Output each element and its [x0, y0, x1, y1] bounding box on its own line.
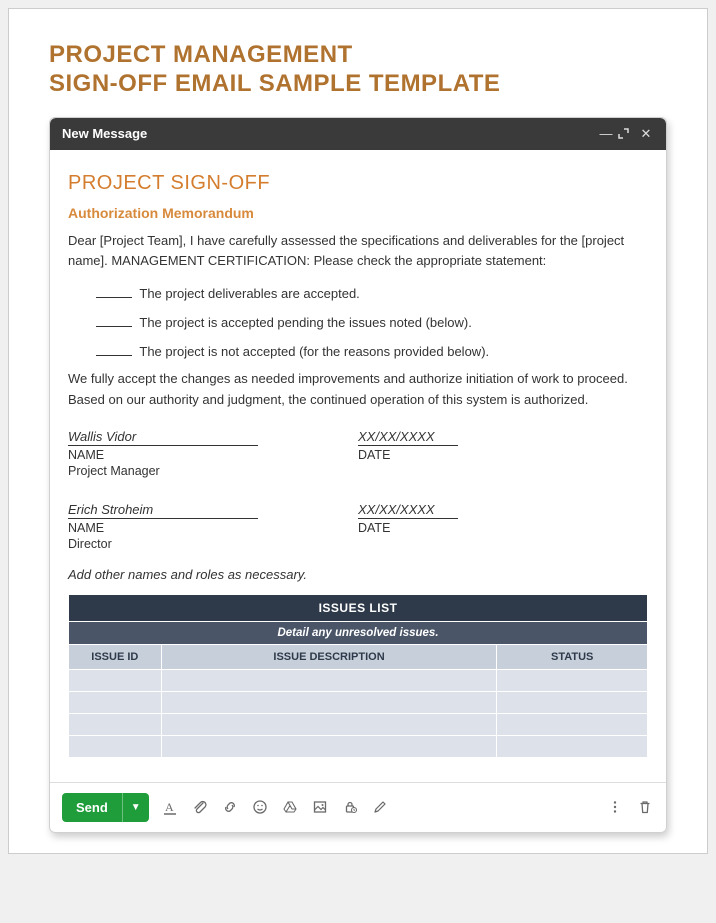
svg-text:A: A — [165, 800, 174, 814]
title-line-2: SIGN-OFF EMAIL SAMPLE TEMPLATE — [49, 70, 500, 97]
text-format-icon[interactable]: A — [161, 798, 179, 816]
compose-toolbar: Send ▼ A — [50, 782, 666, 832]
date-label: DATE — [358, 521, 648, 535]
option-1-text: The project deliverables are accepted. — [139, 286, 359, 301]
cell — [497, 691, 648, 713]
page: PROJECT MANAGEMENT SIGN-OFF EMAIL SAMPLE… — [8, 8, 708, 854]
minimize-button[interactable]: — — [598, 126, 614, 141]
more-icon[interactable] — [606, 798, 624, 816]
close-button[interactable]: ✕ — [638, 126, 654, 142]
cell — [69, 691, 162, 713]
link-icon[interactable] — [221, 798, 239, 816]
date-label: DATE — [358, 448, 648, 462]
cell — [161, 735, 497, 757]
expand-button[interactable] — [618, 128, 634, 139]
cell — [497, 713, 648, 735]
option-3-text: The project is not accepted (for the rea… — [139, 344, 489, 359]
signature-date-block: XX/XX/XXXX DATE — [358, 429, 648, 478]
signature-date: XX/XX/XXXX — [358, 429, 458, 446]
col-issue-description: ISSUE DESCRIPTION — [161, 644, 497, 669]
blank-line — [96, 355, 132, 356]
intro-paragraph: Dear [Project Team], I have carefully as… — [68, 231, 648, 273]
name-label: NAME — [68, 521, 358, 535]
option-1: The project deliverables are accepted. — [96, 286, 648, 301]
send-button[interactable]: Send ▼ — [62, 793, 149, 822]
emoji-icon[interactable] — [251, 798, 269, 816]
table-row — [69, 669, 648, 691]
option-3: The project is not accepted (for the rea… — [96, 344, 648, 359]
col-status: STATUS — [497, 644, 648, 669]
signature-row-2: Erich Stroheim NAME Director XX/XX/XXXX … — [68, 502, 648, 551]
issues-subheader: Detail any unresolved issues. — [69, 621, 648, 644]
confidential-icon[interactable] — [341, 798, 359, 816]
table-row — [69, 691, 648, 713]
issues-header: ISSUES LIST — [69, 594, 648, 621]
col-issue-id: ISSUE ID — [69, 644, 162, 669]
send-options-dropdown[interactable]: ▼ — [122, 793, 149, 822]
image-icon[interactable] — [311, 798, 329, 816]
cell — [497, 735, 648, 757]
signature-name-block: Erich Stroheim NAME Director — [68, 502, 358, 551]
cell — [161, 669, 497, 691]
send-button-label: Send — [62, 793, 122, 822]
table-row — [69, 713, 648, 735]
doc-title: PROJECT SIGN-OFF — [68, 172, 648, 195]
signature-date: XX/XX/XXXX — [358, 502, 458, 519]
signature-name-block: Wallis Vidor NAME Project Manager — [68, 429, 358, 478]
cell — [69, 713, 162, 735]
role-label: Director — [68, 537, 358, 551]
email-body: PROJECT SIGN-OFF Authorization Memorandu… — [50, 150, 666, 768]
option-2-text: The project is accepted pending the issu… — [139, 315, 471, 330]
signature-name: Erich Stroheim — [68, 502, 258, 519]
blank-line — [96, 326, 132, 327]
pen-icon[interactable] — [371, 798, 389, 816]
role-label: Project Manager — [68, 464, 358, 478]
title-line-1: PROJECT MANAGEMENT — [49, 41, 353, 68]
cell — [161, 691, 497, 713]
trash-icon[interactable] — [636, 798, 654, 816]
attach-icon[interactable] — [191, 798, 209, 816]
email-window: New Message — ✕ PROJECT SIGN-OFF Authori… — [49, 117, 667, 833]
window-titlebar: New Message — ✕ — [50, 118, 666, 150]
doc-subtitle: Authorization Memorandum — [68, 205, 648, 221]
signature-row-1: Wallis Vidor NAME Project Manager XX/XX/… — [68, 429, 648, 478]
authorization-paragraph: We fully accept the changes as needed im… — [68, 369, 648, 411]
certification-options: The project deliverables are accepted. T… — [68, 286, 648, 359]
cell — [69, 669, 162, 691]
table-row — [69, 735, 648, 757]
cell — [69, 735, 162, 757]
option-2: The project is accepted pending the issu… — [96, 315, 648, 330]
signature-name: Wallis Vidor — [68, 429, 258, 446]
cell — [161, 713, 497, 735]
blank-line — [96, 297, 132, 298]
issues-table: ISSUES LIST Detail any unresolved issues… — [68, 594, 648, 758]
add-names-note: Add other names and roles as necessary. — [68, 567, 648, 582]
main-title: PROJECT MANAGEMENT SIGN-OFF EMAIL SAMPLE… — [49, 41, 667, 99]
cell — [497, 669, 648, 691]
signature-date-block: XX/XX/XXXX DATE — [358, 502, 648, 551]
drive-icon[interactable] — [281, 798, 299, 816]
name-label: NAME — [68, 448, 358, 462]
window-title: New Message — [62, 126, 594, 141]
